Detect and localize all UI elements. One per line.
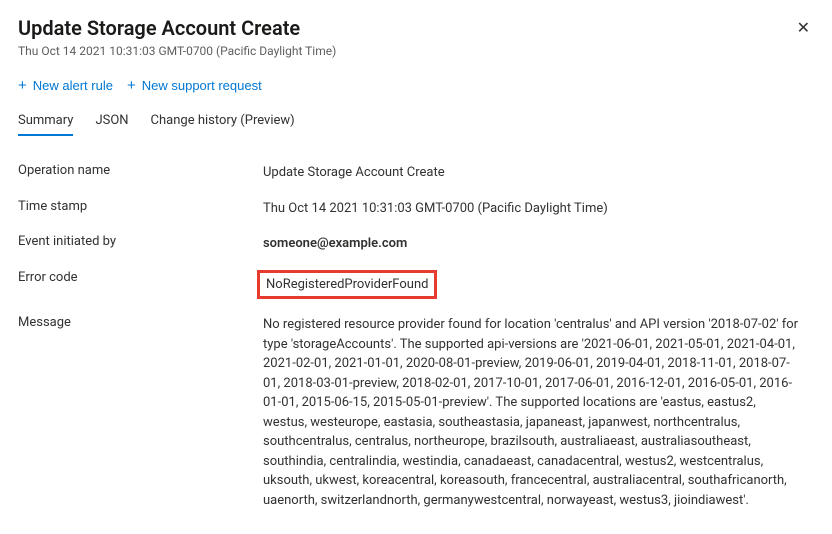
tab-summary[interactable]: Summary (18, 113, 73, 136)
tab-change-history[interactable]: Change history (Preview) (151, 113, 295, 136)
page-title: Update Storage Account Create (18, 16, 336, 40)
operation-name-label: Operation name (18, 163, 263, 178)
page-subtitle: Thu Oct 14 2021 10:31:03 GMT-0700 (Pacif… (18, 44, 336, 58)
row-time-stamp: Time stamp Thu Oct 14 2021 10:31:03 GMT-… (18, 191, 814, 227)
details-panel: Operation name Update Storage Account Cr… (18, 155, 814, 518)
operation-name-value: Update Storage Account Create (263, 163, 445, 183)
event-initiated-by-label: Event initiated by (18, 234, 263, 249)
error-code-label: Error code (18, 270, 263, 285)
close-button[interactable]: ✕ (793, 16, 814, 40)
message-value: No registered resource provider found fo… (263, 315, 803, 510)
tabs: Summary JSON Change history (Preview) (18, 113, 814, 137)
time-stamp-value: Thu Oct 14 2021 10:31:03 GMT-0700 (Pacif… (263, 199, 608, 219)
close-icon: ✕ (797, 18, 810, 37)
toolbar: + New alert rule + New support request (18, 78, 814, 93)
row-error-code: Error code NoRegisteredProviderFound (18, 262, 814, 308)
row-message: Message No registered resource provider … (18, 307, 814, 518)
event-initiated-by-value: someone@example.com (263, 234, 407, 254)
plus-icon: + (18, 78, 27, 93)
new-support-request-button[interactable]: + New support request (127, 78, 262, 93)
error-code-value-wrapper: NoRegisteredProviderFound (263, 270, 437, 300)
time-stamp-label: Time stamp (18, 199, 263, 214)
plus-icon: + (127, 78, 136, 93)
new-alert-rule-label: New alert rule (33, 78, 113, 93)
new-support-request-label: New support request (142, 78, 262, 93)
new-alert-rule-button[interactable]: + New alert rule (18, 78, 113, 93)
tab-json[interactable]: JSON (95, 113, 128, 136)
error-code-highlight: NoRegisteredProviderFound (257, 270, 437, 300)
row-event-initiated-by: Event initiated by someone@example.com (18, 226, 814, 262)
row-operation-name: Operation name Update Storage Account Cr… (18, 155, 814, 191)
error-code-value: NoRegisteredProviderFound (266, 277, 428, 292)
message-label: Message (18, 315, 263, 330)
